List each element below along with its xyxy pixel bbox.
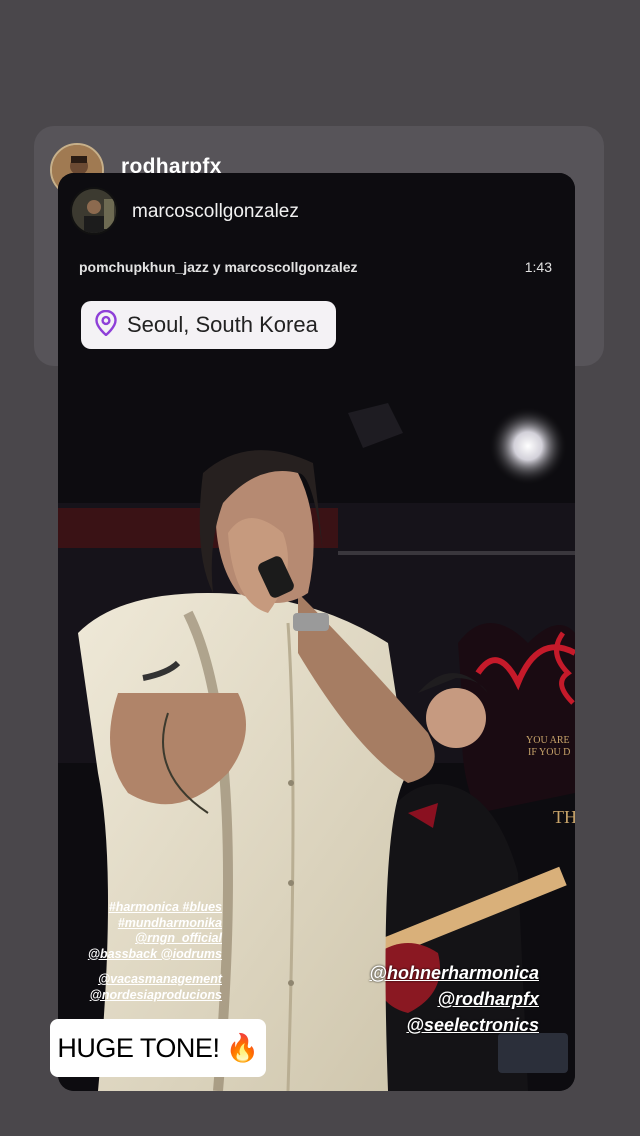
sticker-text: HUGE TONE!	[57, 1032, 220, 1063]
fire-emoji: 🔥	[225, 1033, 259, 1063]
tag-line[interactable]: @nordesiaproducions	[72, 988, 222, 1004]
hashtag-block: #harmonica #blues #mundharmonika @rngn_o…	[72, 900, 222, 1003]
text-sticker: HUGE TONE! 🔥	[50, 1019, 266, 1077]
mention-hohnerharmonica[interactable]: @hohnerharmonica	[369, 960, 539, 986]
original-poster-avatar[interactable]	[70, 187, 118, 235]
tag-line[interactable]: @bassback @iodrums	[72, 947, 222, 963]
poster-text-2: IF YOU D	[528, 747, 570, 758]
original-username[interactable]: marcoscollgonzalez	[132, 201, 299, 223]
location-pin-icon	[95, 309, 117, 341]
poster-text-3: TH	[553, 807, 575, 827]
tag-line[interactable]: @rngn_official	[72, 931, 222, 947]
mention-rodharpfx[interactable]: @rodharpfx	[369, 986, 539, 1012]
tag-line[interactable]: #mundharmonika	[72, 916, 222, 932]
location-label: Seoul, South Korea	[127, 312, 318, 337]
post-time: 1:43	[524, 259, 552, 275]
location-sticker[interactable]: Seoul, South Korea	[81, 301, 336, 349]
tag-line[interactable]: #harmonica #blues	[72, 900, 222, 916]
poster-text-1: YOU ARE	[526, 735, 570, 746]
tag-line[interactable]: @vacasmanagement	[72, 972, 222, 988]
mention-seelectronics[interactable]: @seelectronics	[369, 1012, 539, 1038]
mention-block: @hohnerharmonica @rodharpfx @seelectroni…	[369, 960, 539, 1038]
story-media[interactable]: YOU ARE IF YOU D TH marcoscollgonzalez p…	[58, 173, 575, 1091]
collab-accounts[interactable]: pomchupkhun_jazz y marcoscollgonzalez	[79, 259, 358, 275]
